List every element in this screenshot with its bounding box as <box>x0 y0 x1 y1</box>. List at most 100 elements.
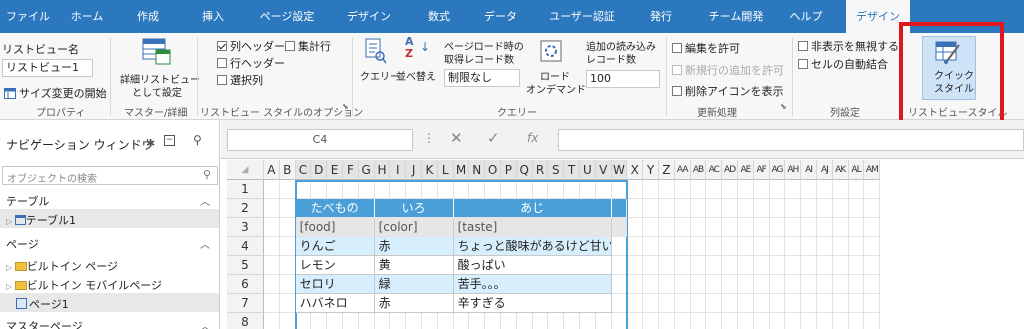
grid-cell[interactable] <box>706 294 723 313</box>
grid-cell[interactable] <box>738 256 754 275</box>
column-header[interactable]: AB <box>690 160 707 180</box>
grid-cell[interactable] <box>738 237 754 256</box>
grid-cell[interactable] <box>722 218 738 237</box>
grid-cell[interactable] <box>832 237 849 256</box>
grid-cell[interactable] <box>848 237 865 256</box>
grid-cell[interactable] <box>864 275 881 294</box>
collapse-icon[interactable]: − <box>164 135 175 146</box>
grid-cell[interactable] <box>848 180 865 199</box>
tab-design[interactable]: デザイン <box>345 0 393 33</box>
grid-cell[interactable] <box>264 313 280 329</box>
nav-item-page1[interactable]: ページ1 <box>16 296 69 312</box>
column-header[interactable]: AJ <box>817 160 833 180</box>
grid-cell[interactable] <box>706 199 723 218</box>
resize-start-button[interactable]: サイズ変更の開始 <box>4 85 107 101</box>
grid-cell[interactable] <box>832 256 849 275</box>
column-header[interactable]: AH <box>785 160 802 180</box>
row-header[interactable]: 2 <box>227 199 264 218</box>
tab-page-setup[interactable]: ページ設定 <box>257 0 317 33</box>
grid-cell[interactable] <box>690 199 707 218</box>
grid-cell[interactable] <box>753 199 770 218</box>
column-header[interactable]: N <box>469 160 486 180</box>
grid-cell[interactable] <box>848 199 865 218</box>
tab-insert[interactable]: 挿入 <box>196 0 230 33</box>
column-header[interactable]: P <box>501 160 517 180</box>
row-header[interactable]: 6 <box>227 275 264 294</box>
grid-cell[interactable] <box>659 256 675 275</box>
listview-data-cell[interactable]: 赤 <box>374 237 454 256</box>
tab-data[interactable]: データ <box>484 0 517 33</box>
column-header[interactable]: AC <box>706 160 723 180</box>
grid-cell[interactable] <box>264 199 280 218</box>
grid-cell[interactable] <box>753 237 770 256</box>
grid-cell[interactable] <box>801 180 817 199</box>
column-header[interactable]: K <box>422 160 438 180</box>
listview-field-cell[interactable]: [food] <box>295 218 375 237</box>
grid-cell[interactable] <box>643 237 659 256</box>
grid-cell[interactable] <box>280 313 296 329</box>
column-header[interactable]: AD <box>722 160 738 180</box>
grid-cell[interactable] <box>659 180 675 199</box>
row-header[interactable]: 8 <box>227 313 264 329</box>
grid-cell[interactable] <box>832 199 849 218</box>
grid-cell[interactable] <box>817 256 833 275</box>
grid-cell[interactable] <box>753 294 770 313</box>
sort-button[interactable]: AZ ↓ 並べ替え <box>396 36 438 88</box>
grid-cell[interactable] <box>264 218 280 237</box>
grid-cell[interactable] <box>659 275 675 294</box>
grid-cell[interactable] <box>674 294 691 313</box>
grid-cell[interactable] <box>690 180 707 199</box>
dialog-launcher-icon[interactable]: ⬊ <box>342 102 349 111</box>
tab-user-auth[interactable]: ユーザー認証 <box>548 0 616 33</box>
search-icon[interactable]: ⚲ <box>203 168 211 181</box>
gear-icon[interactable]: ✱ <box>146 137 155 150</box>
chevron-up-icon[interactable]: ︿ <box>200 318 210 329</box>
insert-function-icon[interactable]: fx <box>527 131 538 145</box>
listview-data-cell[interactable]: 緑 <box>374 275 454 294</box>
grid-cell[interactable] <box>674 218 691 237</box>
grid-cell[interactable] <box>801 237 817 256</box>
spreadsheet-grid[interactable]: ◢ A B C D E F G H I J K L M N O P Q R S T U V W X Y Z AA AB AC AD AE AF A… <box>227 160 1024 329</box>
detail-listview-button[interactable]: 詳細リストビュー として設定 <box>118 38 200 100</box>
grid-cell[interactable] <box>690 218 707 237</box>
column-header[interactable]: R <box>532 160 549 180</box>
column-header[interactable]: H <box>374 160 391 180</box>
grid-cell[interactable] <box>643 180 659 199</box>
listview-column-header[interactable]: たべもの <box>295 199 375 218</box>
grid-cell[interactable] <box>738 199 754 218</box>
grid-cell[interactable] <box>627 218 644 237</box>
show-delete-icon-checkbox[interactable]: 削除アイコンを表示 <box>672 83 783 99</box>
tab-help[interactable]: ヘルプ <box>786 0 826 33</box>
grid-cell[interactable] <box>817 199 833 218</box>
grid-cell[interactable] <box>675 313 691 329</box>
column-header[interactable]: Z <box>659 160 675 180</box>
column-header[interactable]: AL <box>848 160 865 180</box>
listview-column-header[interactable]: あじ <box>453 199 612 218</box>
grid-cell[interactable] <box>643 275 659 294</box>
column-header[interactable]: T <box>564 160 580 180</box>
column-header[interactable]: A <box>264 160 280 180</box>
grid-cell[interactable] <box>785 313 802 329</box>
grid-cell[interactable] <box>722 237 738 256</box>
column-header[interactable]: AE <box>738 160 754 180</box>
pin-icon[interactable]: ⚲ <box>193 133 202 147</box>
grid-cell[interactable] <box>722 313 738 329</box>
grid-cell[interactable] <box>690 256 707 275</box>
column-header[interactable]: F <box>343 160 359 180</box>
chevron-up-icon[interactable]: ︿ <box>200 193 210 208</box>
column-header[interactable]: W <box>611 160 628 180</box>
column-header[interactable]: O <box>485 160 501 180</box>
grid-cell[interactable] <box>848 275 865 294</box>
grid-cell[interactable] <box>801 256 817 275</box>
grid-cell[interactable] <box>801 199 817 218</box>
listview-data-cell[interactable]: りんご <box>295 237 375 256</box>
listview-data-cell[interactable]: 黄 <box>374 256 454 275</box>
grid-cell[interactable] <box>627 313 644 329</box>
grid-cell[interactable] <box>706 180 723 199</box>
grid-cell[interactable] <box>659 294 675 313</box>
grid-cell[interactable] <box>706 275 723 294</box>
grid-cell[interactable] <box>817 313 833 329</box>
query-button[interactable]: クエリー <box>358 38 400 88</box>
grid-cell[interactable] <box>279 218 296 237</box>
grid-cell[interactable] <box>864 218 881 237</box>
